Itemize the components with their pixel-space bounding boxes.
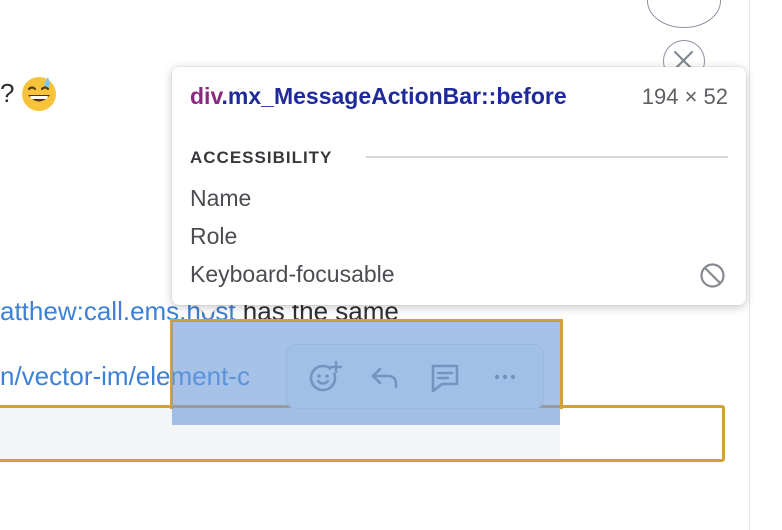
accessibility-section-title: ACCESSIBILITY <box>190 148 333 167</box>
inspected-element-highlight <box>172 321 560 425</box>
not-allowed-icon <box>700 263 725 288</box>
grinning-sweat-emoji-icon <box>22 77 56 111</box>
call-button[interactable] <box>647 0 721 28</box>
keyboard-focusable-row: Keyboard-focusable <box>190 261 395 287</box>
element-size: 194 × 52 <box>641 84 728 109</box>
section-divider <box>366 156 728 158</box>
accessibility-name-row: Name <box>190 185 252 211</box>
message-text-line1: ? <box>0 78 15 108</box>
element-tag: div <box>190 83 222 109</box>
element-selector: div.mx_MessageActionBar::before <box>190 83 567 110</box>
inspector-tooltip: div.mx_MessageActionBar::before 194 × 52… <box>172 67 746 305</box>
element-class: .mx_MessageActionBar::before <box>221 83 567 109</box>
accessibility-role-row: Role <box>190 223 238 249</box>
right-panel-divider <box>749 0 750 530</box>
